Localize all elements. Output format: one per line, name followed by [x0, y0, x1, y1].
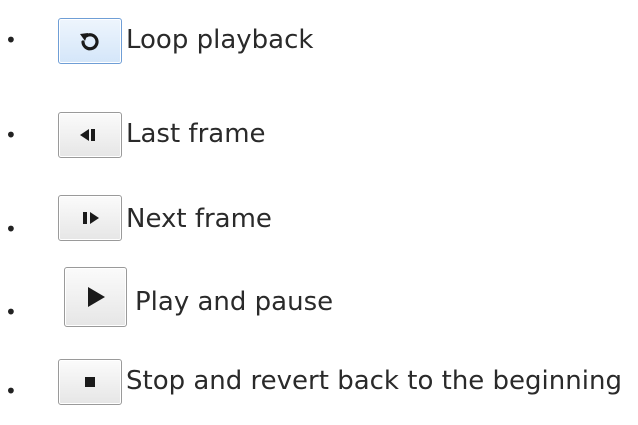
- next-frame-label: Next frame: [126, 204, 272, 234]
- last-frame-label: Last frame: [126, 119, 266, 149]
- play-pause-icon: [86, 286, 106, 308]
- next-frame-button[interactable]: [58, 195, 122, 241]
- bullet: •: [5, 379, 17, 403]
- stop-label: Stop and revert back to the beginning: [126, 366, 622, 396]
- loop-playback-button[interactable]: [58, 18, 122, 64]
- last-frame-button[interactable]: [58, 112, 122, 158]
- play-pause-button[interactable]: [64, 267, 127, 327]
- last-frame-icon: [79, 128, 101, 142]
- bullet: •: [5, 300, 17, 324]
- play-pause-label: Play and pause: [135, 287, 334, 317]
- loop-playback-label: Loop playback: [126, 25, 314, 55]
- stop-icon: [84, 376, 96, 388]
- next-frame-icon: [79, 211, 101, 225]
- bullet: •: [5, 217, 17, 241]
- stop-button[interactable]: [58, 359, 122, 405]
- bullet: •: [5, 28, 17, 52]
- loop-icon: [77, 28, 103, 54]
- bullet: •: [5, 123, 17, 147]
